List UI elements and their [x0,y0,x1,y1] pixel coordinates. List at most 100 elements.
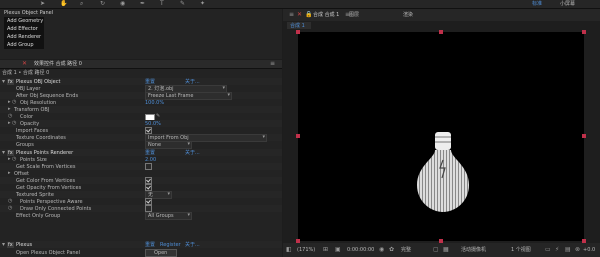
stopwatch-icon[interactable]: ◷ [8,198,12,205]
chevron-down-icon: ▾ [167,191,170,197]
plexus-add-menu: Add Geometry Add Effector Add Renderer A… [4,17,44,49]
channel-icon[interactable]: ✿ [389,246,394,253]
selection-tool-icon[interactable]: ➤ [40,0,45,7]
chevron-right-icon[interactable]: ▸ [8,99,11,106]
opacity-vertices-checkbox[interactable] [145,184,152,191]
menu-add-renderer[interactable]: Add Renderer [7,34,41,40]
color-vertices-checkbox[interactable] [145,177,152,184]
rotate-tool-icon[interactable]: ↻ [100,0,105,7]
effect-controls-tabbar: ✕ 效果控件 合成 路径 0 ≡ [0,60,282,69]
view-layout-select[interactable]: 1 个视图 [511,247,531,253]
tab-layer[interactable]: 图层 [349,12,359,18]
groups-dropdown[interactable]: None ▾ [145,141,192,149]
scale-vertices-checkbox[interactable] [145,163,152,170]
menu-add-effector[interactable]: Add Effector [7,26,38,32]
dropdown-value: All Groups [148,213,174,219]
close-tab-icon[interactable]: ✕ [22,60,27,67]
chevron-down-icon[interactable]: ▾ [2,149,5,156]
always-preview-icon[interactable]: ◧ [286,246,292,253]
grid-icon[interactable]: ⊞ [323,246,328,253]
chevron-down-icon: ▾ [227,92,230,98]
corner-marker [296,134,300,138]
comp-subtab[interactable]: 合成 1 [287,22,311,29]
row-opacity-from-vertices: Get Opacity From Vertices [0,184,282,191]
chevron-down-icon[interactable]: ▾ [2,241,5,248]
import-faces-checkbox[interactable] [145,127,152,134]
snapshot-icon[interactable]: ◉ [379,246,384,253]
menu-icon[interactable]: ≡ [289,11,294,18]
bulb-glass [417,150,469,212]
timecode[interactable]: 0:00:00:00 [347,247,374,253]
register-link[interactable]: Register [160,242,181,248]
eyedropper-icon[interactable]: ✎ [156,113,160,120]
camera-select[interactable]: 活动摄像机 [461,247,486,253]
exposure-value[interactable]: +0.0 [583,247,595,253]
row-opacity: ▸ ◷ Opacity 50.0% [0,120,282,127]
chevron-right-icon[interactable]: ▸ [8,120,11,127]
dropdown-value: None [148,142,162,148]
type-tool-icon[interactable]: T [160,0,164,7]
stopwatch-icon[interactable]: ◷ [12,99,16,106]
row-points-size: ▸ ◷ Points Size 2.00 [0,156,282,163]
resolution-select[interactable]: 完整 [401,247,411,253]
mask-icon[interactable]: ▣ [335,246,341,253]
stopwatch-icon[interactable]: ◷ [12,156,16,163]
composition-viewer[interactable] [296,30,586,243]
stopwatch-icon[interactable]: ◷ [12,120,16,127]
chevron-right-icon[interactable]: ▸ [8,106,11,113]
tab-render[interactable]: 渲染 [403,12,413,18]
effect-header-plexus[interactable]: ▾ fx Plexus 重置 Register 关于... [0,241,282,248]
tab-effect-controls[interactable]: 效果控件 合成 路径 0 [34,61,82,67]
fast-preview-icon[interactable]: ⚡ [555,246,559,253]
tab-composition[interactable]: 合成 合成 1 [313,12,339,18]
effect-group-dropdown[interactable]: All Groups ▾ [145,212,192,220]
draw-connected-checkbox[interactable] [145,205,152,212]
row-texture-coords: Texture Coordinates Import From Obj ▾ [0,134,282,142]
zoom-level[interactable]: (171%) [297,247,315,253]
flowchart-icon[interactable]: ⊗ [575,246,580,253]
corner-marker [439,30,443,34]
menu-add-group[interactable]: Add Group [7,42,34,48]
hand-tool-icon[interactable]: ✋ [60,0,67,7]
effect-controls-panel: ✕ 效果控件 合成 路径 0 ≡ 合成 1 • 合成 路径 0 ▾ fx Ple… [0,60,282,257]
open-panel-button[interactable]: Open [145,249,177,257]
stopwatch-icon[interactable]: ◷ [8,205,12,212]
zoom-tool-icon[interactable]: ⌕ [80,0,83,7]
row-open-plexus-panel: Open Plexus Object Panel Open [0,249,282,257]
timeline-icon[interactable]: ▤ [565,246,571,253]
row-textured-sprite: Textured Sprite 无 ▾ [0,191,282,199]
workspace-small-screen[interactable]: 小屏幕 [560,1,575,7]
puppet-tool-icon[interactable]: ✦ [200,0,205,7]
comp-status-bar: ◧ (171%) ⊞ ▣ 0:00:00:00 ◉ ✿ 完整 ▢ ▦ 活动摄像机… [283,243,600,257]
reset-link[interactable]: 重置 [145,242,155,248]
breadcrumb: 合成 1 • 合成 路径 0 [2,70,50,76]
chevron-down-icon[interactable]: ▾ [2,78,5,85]
chevron-right-icon[interactable]: ▸ [8,156,11,163]
region-of-interest-icon[interactable]: ▢ [433,246,439,253]
row-after-obj-sequence: After Obj Sequence Ends Freeze Last Fram… [0,92,282,100]
lock-icon[interactable]: 🔒 [305,11,312,18]
menu-add-geometry[interactable]: Add Geometry [7,18,43,24]
row-label: Open Plexus Object Panel [16,250,81,256]
chevron-right-icon[interactable]: ▸ [8,170,11,177]
row-offset[interactable]: ▸ Offset [0,170,282,177]
fx-label: fx [7,242,14,248]
workspace-standard[interactable]: 标准 [532,1,542,7]
stopwatch-icon[interactable]: ◷ [8,113,12,120]
close-tab-icon[interactable]: ✕ [297,11,302,18]
brush-tool-icon[interactable]: ✎ [180,0,185,7]
panel-menu-icon[interactable]: ≡ [270,60,275,67]
perspective-checkbox[interactable] [145,198,152,205]
row-obj-layer: OBJ Layer 2. 灯泡.obj ▾ [0,85,282,93]
corner-marker [582,30,586,34]
transparency-grid-icon[interactable]: ▦ [443,246,449,253]
row-transform-obj[interactable]: ▸ Transform OBJ [0,106,282,113]
about-link[interactable]: 关于... [185,242,200,248]
open-button-label: Open [154,250,168,256]
effect-header-points-renderer[interactable]: ▾ fx Plexus Points Renderer 重置 关于... [0,149,282,156]
camera-tool-icon[interactable]: ◉ [120,0,125,7]
effect-header-plexus-obj[interactable]: ▾ fx Plexus OBJ Object 重置 关于... [0,78,282,85]
toggle-pixel-icon[interactable]: ▭ [545,246,551,253]
pen-tool-icon[interactable]: ✒ [140,0,145,7]
row-draw-only-connected: ◷ Draw Only Connected Points [0,205,282,212]
